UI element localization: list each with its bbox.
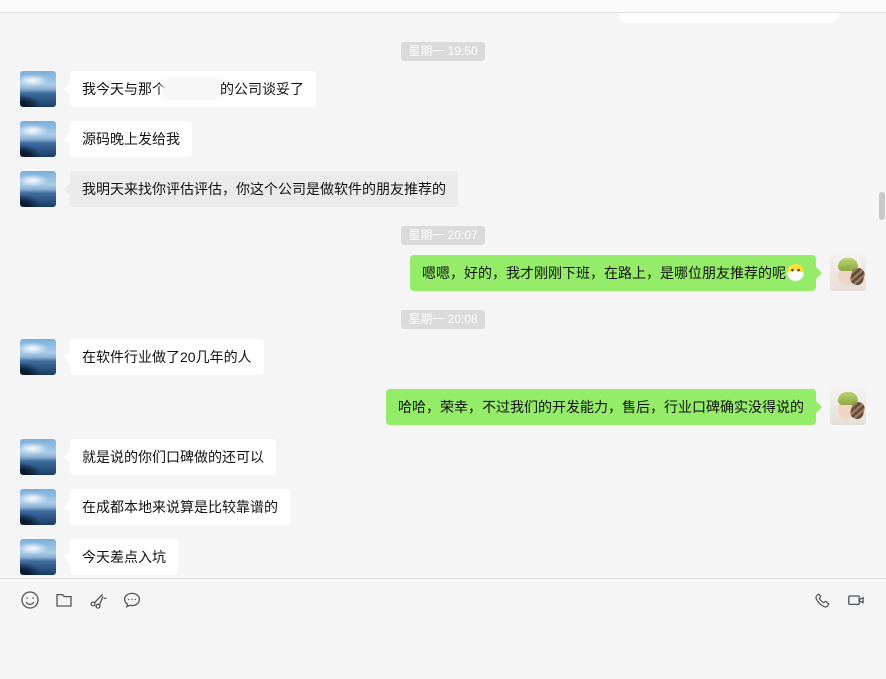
- message-text: 今天差点入坑: [82, 549, 166, 565]
- chat-message-area: 星期一 19:50 我今天与那个 的公司谈妥了源码晚上发给我我明天来找你评估评估，你…: [0, 13, 886, 579]
- chat-message-row: 就是说的你们口碑做的还可以: [20, 439, 866, 475]
- message-text: 在成都本地来说算是比较靠谱的: [82, 499, 278, 515]
- chat-message-row: 今天差点入坑: [20, 539, 866, 575]
- contact-avatar[interactable]: [20, 121, 56, 157]
- bubble-tail: [816, 401, 822, 413]
- message-bubble[interactable]: 我今天与那个 的公司谈妥了: [70, 71, 316, 107]
- chat-message-row: 源码晚上发给我: [20, 121, 866, 157]
- screenshot-scissors-icon[interactable]: [88, 590, 108, 610]
- message-text: 哈哈，荣幸，不过我们的开发能力，售后，行业口碑确实没得说的: [398, 399, 804, 415]
- contact-avatar[interactable]: [20, 339, 56, 375]
- message-text: 我今天与那个: [82, 81, 166, 97]
- message-text: 在软件行业做了20几年的人: [82, 349, 252, 365]
- chat-message-row: 哈哈，荣幸，不过我们的开发能力，售后，行业口碑确实没得说的: [20, 389, 866, 425]
- toolbar-right-icons: [813, 590, 866, 610]
- message-bubble[interactable]: 源码晚上发给我: [70, 121, 192, 157]
- toolbar-left-icons: [20, 590, 142, 610]
- scrollbar-thumb[interactable]: [879, 192, 885, 220]
- timestamp-row: 星期一 20:08: [20, 310, 866, 329]
- chat-history-icon[interactable]: [122, 590, 142, 610]
- message-bubble[interactable]: 在成都本地来说算是比较靠谱的: [70, 489, 290, 525]
- window-top-band: [0, 0, 886, 13]
- message-bubble[interactable]: 在软件行业做了20几年的人: [70, 339, 264, 375]
- timestamp-badge: 星期一 20:07: [401, 226, 484, 245]
- message-bubble[interactable]: 今天差点入坑: [70, 539, 178, 575]
- chat-message-row: 我今天与那个 的公司谈妥了: [20, 71, 866, 107]
- grinning-face-emoji: [787, 264, 804, 281]
- message-list: 星期一 19:50 我今天与那个 的公司谈妥了源码晚上发给我我明天来找你评估评估，你…: [20, 42, 866, 575]
- contact-avatar[interactable]: [20, 539, 56, 575]
- timestamp-badge: 星期一 19:50: [401, 42, 484, 61]
- message-text: 我明天来找你评估评估，你这个公司是做软件的朋友推荐的: [82, 181, 446, 197]
- voice-call-icon[interactable]: [813, 590, 833, 610]
- bubble-tail: [816, 267, 822, 279]
- message-bubble[interactable]: 哈哈，荣幸，不过我们的开发能力，售后，行业口碑确实没得说的: [386, 389, 816, 425]
- contact-avatar[interactable]: [20, 489, 56, 525]
- timestamp-row: 星期一 19:50: [20, 42, 866, 61]
- contact-avatar[interactable]: [20, 71, 56, 107]
- message-text: 源码晚上发给我: [82, 131, 180, 147]
- video-call-icon[interactable]: [846, 590, 866, 610]
- contact-avatar[interactable]: [20, 171, 56, 207]
- self-avatar[interactable]: [830, 255, 866, 291]
- chat-message-row: 在成都本地来说算是比较靠谱的: [20, 489, 866, 525]
- cutoff-message-bubble[interactable]: [619, 13, 839, 23]
- message-bubble[interactable]: 就是说的你们口碑做的还可以: [70, 439, 276, 475]
- timestamp-badge: 星期一 20:08: [401, 310, 484, 329]
- chat-message-row: 在软件行业做了20几年的人: [20, 339, 866, 375]
- timestamp-row: 星期一 20:07: [20, 226, 866, 245]
- redacted-text-patch: [166, 81, 220, 96]
- emoji-icon[interactable]: [20, 590, 40, 610]
- message-bubble[interactable]: 嗯嗯，好的，我才刚刚下班，在路上，是哪位朋友推荐的呢: [410, 255, 816, 291]
- self-avatar[interactable]: [830, 389, 866, 425]
- folder-icon[interactable]: [54, 590, 74, 610]
- message-text: 就是说的你们口碑做的还可以: [82, 449, 264, 465]
- chat-message-row: 我明天来找你评估评估，你这个公司是做软件的朋友推荐的: [20, 171, 866, 207]
- message-text: 嗯嗯，好的，我才刚刚下班，在路上，是哪位朋友推荐的呢: [422, 265, 786, 281]
- message-input-area[interactable]: [0, 621, 886, 678]
- contact-avatar[interactable]: [20, 439, 56, 475]
- message-bubble[interactable]: 我明天来找你评估评估，你这个公司是做软件的朋友推荐的: [70, 171, 458, 207]
- message-text: 的公司谈妥了: [220, 81, 304, 97]
- input-toolbar: [0, 579, 886, 621]
- chat-message-row: 嗯嗯，好的，我才刚刚下班，在路上，是哪位朋友推荐的呢: [20, 255, 866, 291]
